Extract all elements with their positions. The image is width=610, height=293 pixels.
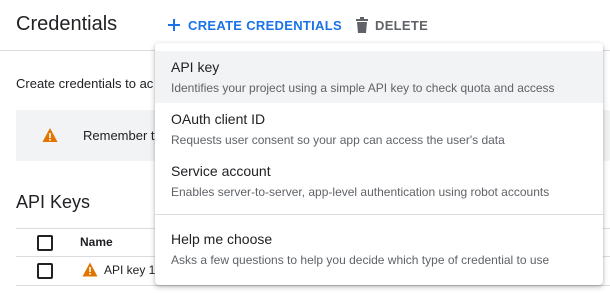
create-credentials-label: CREATE CREDENTIALS <box>188 17 342 33</box>
menu-item-description: Enables server-to-server, app-level auth… <box>171 185 550 199</box>
menu-item-title: Help me choose <box>171 231 273 247</box>
plus-icon <box>168 19 180 31</box>
page-title: Credentials <box>16 13 118 35</box>
warning-icon <box>42 128 58 142</box>
delete-label: DELETE <box>375 17 429 33</box>
menu-item-description: Identifies your project using a simple A… <box>171 81 555 95</box>
create-credentials-menu: API key Identifies your project using a … <box>155 43 603 285</box>
menu-item-description: Asks a few questions to help you decide … <box>171 253 550 267</box>
delete-button[interactable]: DELETE <box>355 13 428 37</box>
menu-item-help-me-choose[interactable]: Help me choose Asks a few questions to h… <box>155 221 603 275</box>
menu-item-service-account[interactable]: Service account Enables server-to-server… <box>155 155 603 207</box>
notice-text: Remember t <box>83 128 155 143</box>
menu-item-api-key[interactable]: API key Identifies your project using a … <box>155 51 603 103</box>
intro-text: Create credentials to ac <box>16 76 154 91</box>
menu-item-title: API key <box>171 59 220 75</box>
api-keys-heading: API Keys <box>16 192 91 212</box>
column-header-name: Name <box>80 235 113 249</box>
warning-icon <box>82 262 98 277</box>
api-key-name-link[interactable]: API key 1 <box>104 263 155 277</box>
row-checkbox[interactable] <box>37 263 53 279</box>
menu-item-oauth-client-id[interactable]: OAuth client ID Requests user consent so… <box>155 103 603 155</box>
select-all-checkbox[interactable] <box>37 235 53 251</box>
menu-divider <box>155 214 603 215</box>
trash-icon <box>356 17 368 33</box>
menu-item-title: Service account <box>171 163 271 179</box>
create-credentials-button[interactable]: CREATE CREDENTIALS <box>166 13 342 37</box>
menu-item-title: OAuth client ID <box>171 111 266 127</box>
menu-item-description: Requests user consent so your app can ac… <box>171 133 505 147</box>
